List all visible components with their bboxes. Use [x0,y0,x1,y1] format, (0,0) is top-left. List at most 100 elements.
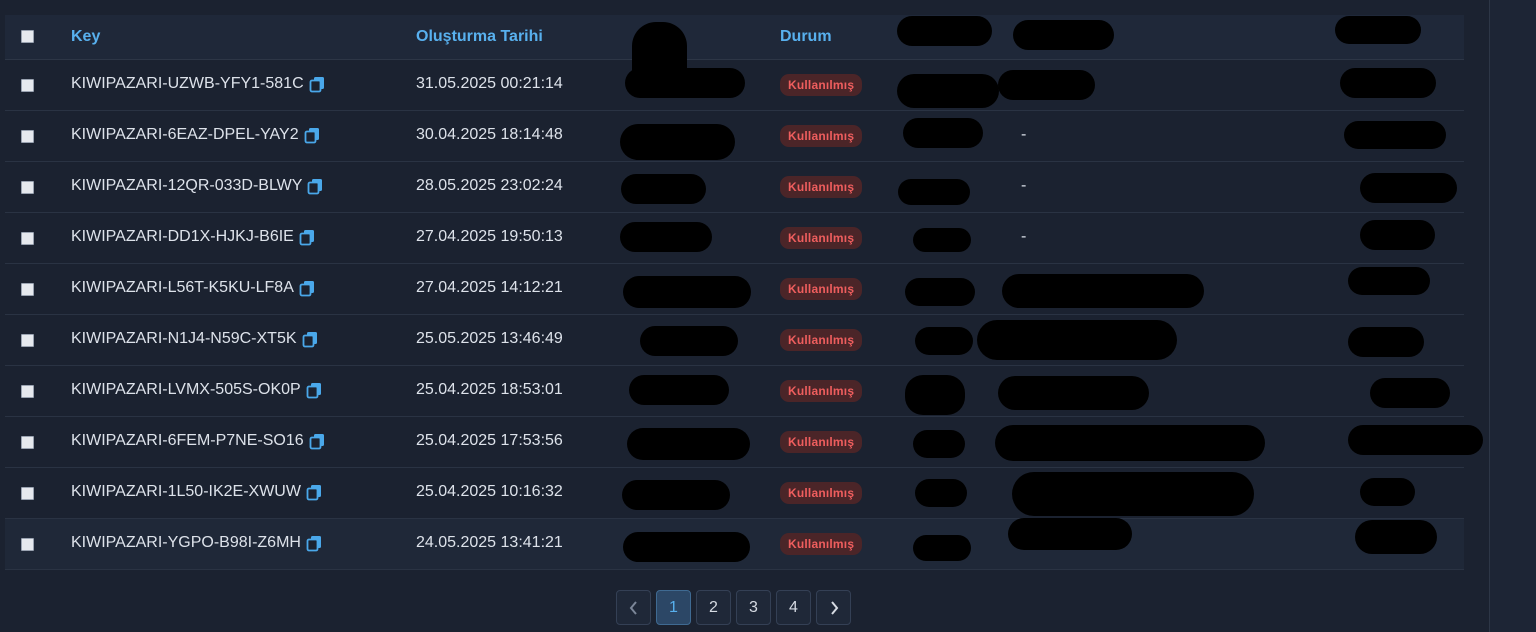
row-select-cell [21,436,34,449]
key-cell: KIWIPAZARI-N1J4-N59C-XT5K [71,330,319,348]
row-select-cell [21,283,34,296]
key-text: KIWIPAZARI-UZWB-YFY1-581C [71,75,304,92]
key-cell: KIWIPAZARI-L56T-K5KU-LF8A [71,279,316,297]
created-cell: 27.04.2025 14:12:21 [416,279,563,297]
table-row[interactable]: KIWIPAZARI-12QR-033D-BLWY 28.05.2025 23:0… [5,162,1464,213]
created-cell: 25.04.2025 10:16:32 [416,483,563,501]
created-date: 30.04.2025 18:14:48 [416,126,563,143]
row-checkbox[interactable] [21,283,34,296]
key-text: KIWIPAZARI-DD1X-HJKJ-B6IE [71,228,294,245]
status-cell: Kullanılmış [780,125,863,147]
table-row[interactable]: KIWIPAZARI-DD1X-HJKJ-B6IE 27.04.2025 19:5… [5,213,1464,264]
copy-icon[interactable] [307,178,324,195]
created-cell: 30.04.2025 18:14:48 [416,126,563,144]
created-date: 24.05.2025 13:41:21 [416,534,563,551]
key-cell: KIWIPAZARI-DD1X-HJKJ-B6IE [71,228,316,246]
key-cell: KIWIPAZARI-12QR-033D-BLWY [71,177,324,195]
row-checkbox[interactable] [21,487,34,500]
created-date: 25.04.2025 17:53:56 [416,432,563,449]
status-cell: Kullanılmış [780,278,863,300]
chevron-right-icon [830,600,838,615]
copy-icon[interactable] [306,535,323,552]
detail-text: - [1021,177,1027,194]
copy-icon[interactable] [306,484,323,501]
created-cell: 25.04.2025 17:53:56 [416,432,563,450]
created-cell: 28.05.2025 23:02:24 [416,177,563,195]
status-badge: Kullanılmış [780,329,863,351]
created-date: 28.05.2025 23:02:24 [416,177,563,194]
row-select-cell [21,487,34,500]
copy-icon[interactable] [302,331,319,348]
page-button-3[interactable]: 3 [736,590,771,625]
table-row[interactable]: KIWIPAZARI-LVMX-505S-OK0P 25.04.2025 18:5… [5,366,1464,417]
key-text: KIWIPAZARI-LVMX-505S-OK0P [71,381,301,398]
copy-icon[interactable] [306,382,323,399]
page-button-4[interactable]: 4 [776,590,811,625]
key-text: KIWIPAZARI-YGPO-B98I-Z6MH [71,534,301,551]
created-date: 31.05.2025 00:21:14 [416,75,563,92]
next-page-button[interactable] [816,590,851,625]
copy-icon[interactable] [299,280,316,297]
status-cell: Kullanılmış [780,482,863,504]
row-checkbox[interactable] [21,436,34,449]
copy-icon[interactable] [309,76,326,93]
copy-icon[interactable] [309,433,326,450]
status-badge: Kullanılmış [780,482,863,504]
prev-page-button[interactable] [616,590,651,625]
copy-icon[interactable] [304,127,321,144]
detail-cell: - [1021,228,1026,246]
row-checkbox[interactable] [21,334,34,347]
key-text: KIWIPAZARI-6EAZ-DPEL-YAY2 [71,126,299,143]
row-checkbox[interactable] [21,181,34,194]
created-date: 27.04.2025 19:50:13 [416,228,563,245]
status-cell: Kullanılmış [780,431,863,453]
row-select-cell [21,385,34,398]
status-badge: Kullanılmış [780,431,863,453]
table-row[interactable]: KIWIPAZARI-6EAZ-DPEL-YAY2 30.04.2025 18:1… [5,111,1464,162]
row-checkbox[interactable] [21,538,34,551]
created-date: 27.04.2025 14:12:21 [416,279,563,296]
key-text: KIWIPAZARI-1L50-IK2E-XWUW [71,483,301,500]
select-all-checkbox[interactable] [21,30,34,43]
created-cell: 27.04.2025 19:50:13 [416,228,563,246]
page-button-1[interactable]: 1 [656,590,691,625]
detail-text: - [1021,126,1027,143]
row-select-cell [21,538,34,551]
status-badge: Kullanılmış [780,74,863,96]
status-cell: Kullanılmış [780,227,863,249]
chevron-left-icon [629,600,637,615]
key-text: KIWIPAZARI-12QR-033D-BLWY [71,177,303,194]
status-badge: Kullanılmış [780,278,863,300]
created-date: 25.05.2025 13:46:49 [416,330,563,347]
key-cell: KIWIPAZARI-6FEM-P7NE-SO16 [71,432,326,450]
row-checkbox[interactable] [21,130,34,143]
status-badge: Kullanılmış [780,125,863,147]
status-badge: Kullanılmış [780,380,863,402]
header-status[interactable]: Durum [780,28,832,46]
row-select-cell [21,79,34,92]
copy-icon[interactable] [299,229,316,246]
page-button-2[interactable]: 2 [696,590,731,625]
key-text: KIWIPAZARI-N1J4-N59C-XT5K [71,330,297,347]
created-cell: 25.05.2025 13:46:49 [416,330,563,348]
status-cell: Kullanılmış [780,380,863,402]
status-badge: Kullanılmış [780,533,863,555]
row-checkbox[interactable] [21,385,34,398]
row-checkbox[interactable] [21,79,34,92]
created-cell: 25.04.2025 18:53:01 [416,381,563,399]
detail-cell: - [1021,126,1026,144]
row-select-cell [21,232,34,245]
created-cell: 24.05.2025 13:41:21 [416,534,563,552]
status-cell: Kullanılmış [780,176,863,198]
table-header: Key Oluşturma Tarihi Durum [5,15,1464,60]
row-checkbox[interactable] [21,232,34,245]
created-date: 25.04.2025 10:16:32 [416,483,563,500]
page-scrollbar[interactable] [1489,0,1536,632]
header-created[interactable]: Oluşturma Tarihi [416,28,543,46]
header-key[interactable]: Key [71,28,100,46]
pagination: 1 2 3 4 [616,590,851,625]
status-cell: Kullanılmış [780,329,863,351]
row-select-cell [21,181,34,194]
key-text: KIWIPAZARI-L56T-K5KU-LF8A [71,279,294,296]
status-cell: Kullanılmış [780,533,863,555]
